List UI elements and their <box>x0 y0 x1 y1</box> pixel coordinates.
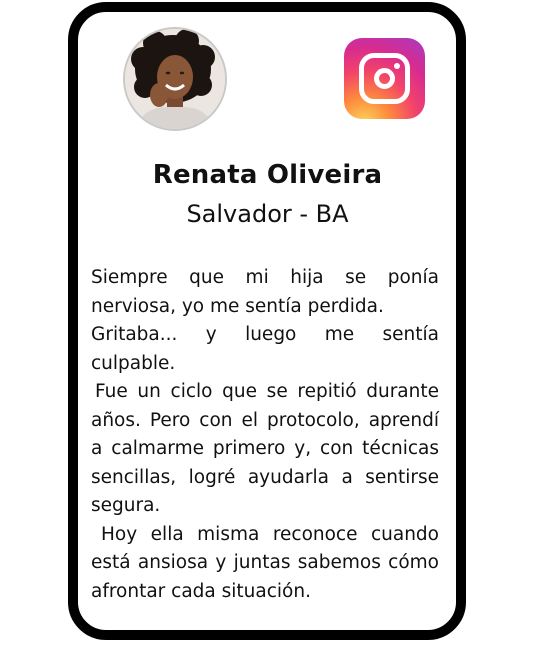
instagram-icon[interactable] <box>344 38 425 119</box>
profile-name: Renata Oliveira <box>152 160 383 190</box>
testimonial-text: Siempre que mi hija se ponía nerviosa, y… <box>91 264 439 606</box>
avatar <box>123 27 227 131</box>
avatar-photo <box>125 29 225 129</box>
profile-location: Salvador - BA <box>186 200 349 228</box>
testimonial-paragraph: Gritaba... y luego me sentía culpable. <box>91 324 439 374</box>
testimonial-paragraph: Siempre que mi hija se ponía nerviosa, y… <box>91 267 439 317</box>
testimonial-paragraph: Hoy ella misma reconoce cuando está ansi… <box>91 523 439 602</box>
testimonial-paragraph: Fue un ciclo que se repitió durante años… <box>91 381 439 516</box>
